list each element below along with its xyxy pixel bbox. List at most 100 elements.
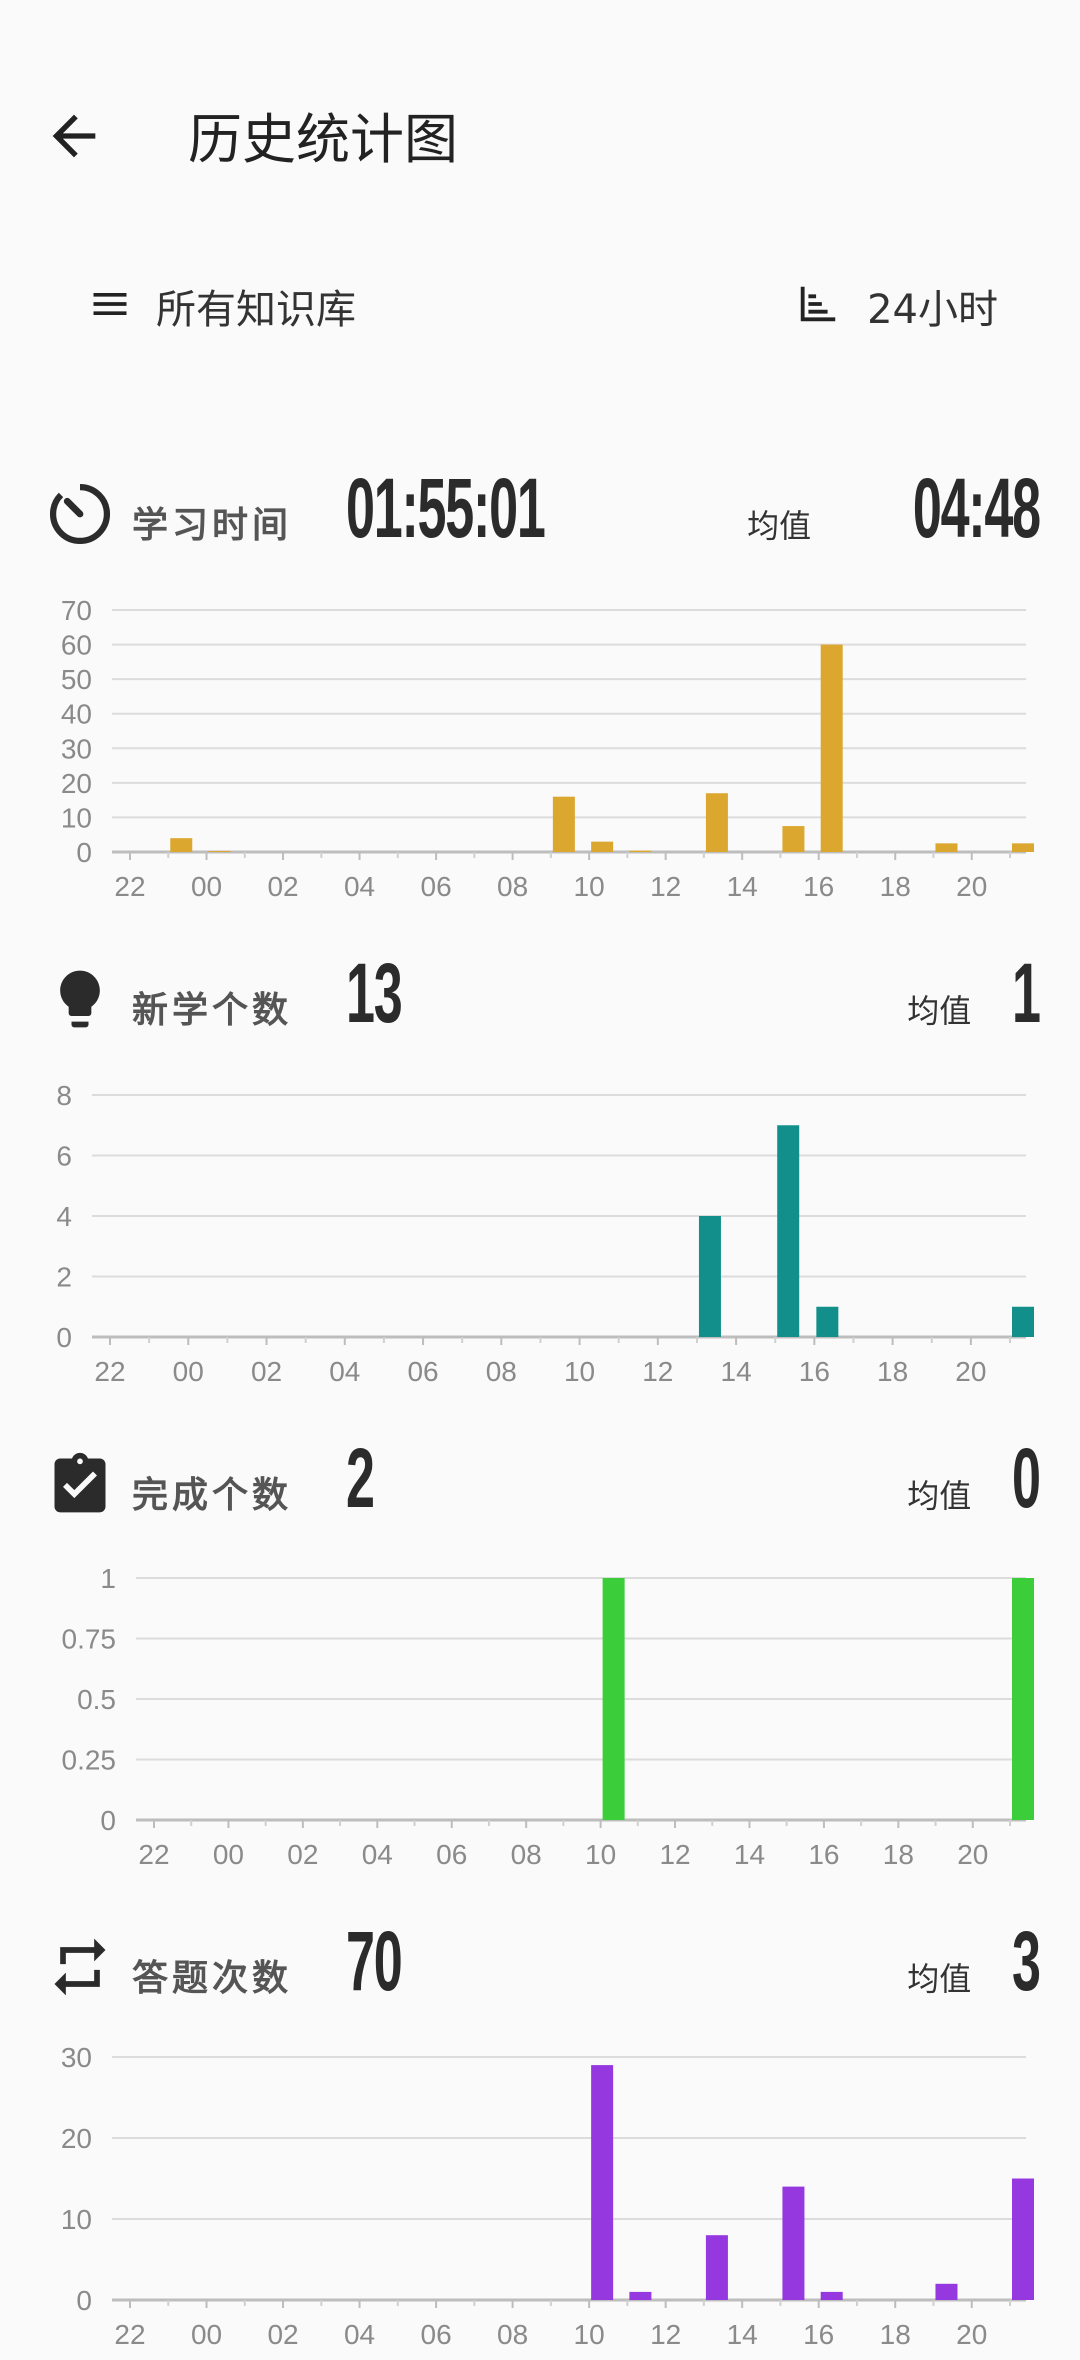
bar-10 bbox=[591, 841, 614, 852]
completed-chart: 0 0.25 0.5 0.75 1 22 00 02 04 06 08 10 12 14 16 18 20 bbox=[62, 1563, 1034, 1868]
average-label: 均值 bbox=[907, 992, 972, 1030]
new-learned-average: 均值 1 bbox=[907, 945, 1041, 1042]
bar-10 bbox=[591, 2065, 614, 2300]
y-tick-label: 20 bbox=[61, 2123, 92, 2154]
new-learned-value: 13 bbox=[346, 946, 403, 1040]
y-tick-label: 0 bbox=[76, 837, 92, 868]
x-tick-label: 08 bbox=[497, 871, 528, 900]
x-tick-label: 20 bbox=[957, 1839, 988, 1868]
answers-value: 70 bbox=[346, 1914, 403, 2008]
x-tick-label: 12 bbox=[650, 871, 681, 900]
x-tick-label: 14 bbox=[721, 1356, 752, 1385]
y-tick-label: 8 bbox=[56, 1080, 72, 1111]
y-tick-label: 0.5 bbox=[77, 1684, 116, 1715]
bar-21 bbox=[1012, 2178, 1034, 2300]
x-tick-label: 22 bbox=[138, 1839, 169, 1868]
lightbulb-icon bbox=[46, 965, 118, 1037]
x-tick-label: 06 bbox=[436, 1839, 467, 1868]
study-time-average: 均值 04:48 bbox=[747, 460, 1041, 557]
x-tick-label: 20 bbox=[956, 871, 987, 900]
average-label: 均值 bbox=[907, 1960, 972, 1998]
bar-13 bbox=[705, 793, 728, 852]
answers-chart: 0 10 20 30 22 00 02 04 06 08 10 12 14 16 18 20 bbox=[61, 2042, 1034, 2350]
x-tick-label: 16 bbox=[808, 1839, 839, 1868]
y-tick-label: 70 bbox=[61, 595, 92, 626]
new-learned-section: 新学个数 13 均值 1 bbox=[0, 946, 1080, 1065]
average-value: 3 bbox=[1012, 1914, 1041, 2008]
page-title: 历史统计图 bbox=[188, 108, 458, 171]
y-tick-label: 40 bbox=[61, 699, 92, 730]
completed-label: 完成个数 bbox=[132, 1475, 293, 1516]
completed-average: 均值 0 bbox=[907, 1430, 1041, 1527]
x-tick-label: 00 bbox=[173, 1356, 204, 1385]
bar-21 bbox=[1012, 843, 1034, 852]
knowledge-base-filter[interactable]: 所有知识库 bbox=[88, 276, 356, 336]
completed-value: 2 bbox=[346, 1431, 375, 1525]
bar-00 bbox=[208, 850, 231, 852]
study-time-label: 学习时间 bbox=[132, 505, 293, 546]
x-tick-label: 22 bbox=[114, 2319, 145, 2350]
x-tick-label: 04 bbox=[344, 2319, 375, 2350]
x-tick-label: 02 bbox=[267, 871, 298, 900]
y-tick-label: 20 bbox=[61, 768, 92, 799]
average-value: 0 bbox=[1012, 1431, 1041, 1525]
study-time-chart: 01020304050607022 00 02 04 06 08 10 12 14 16 18 20 bbox=[61, 595, 1034, 900]
bar-19 bbox=[935, 843, 958, 852]
x-tick-label: 22 bbox=[94, 1356, 125, 1385]
timer-icon bbox=[46, 480, 118, 552]
repeat-icon bbox=[46, 1933, 118, 2005]
clipboard-check-icon bbox=[46, 1450, 118, 1522]
x-tick-label: 10 bbox=[574, 871, 605, 900]
x-tick-label: 10 bbox=[585, 1839, 616, 1868]
y-tick-label: 0 bbox=[76, 2285, 92, 2316]
x-tick-label: 14 bbox=[727, 2319, 758, 2350]
x-tick-label: 08 bbox=[486, 1356, 517, 1385]
bar-chart-icon bbox=[795, 281, 841, 331]
back-arrow-icon[interactable] bbox=[42, 104, 106, 168]
y-tick-label: 4 bbox=[56, 1201, 72, 1232]
x-tick-label: 02 bbox=[287, 1839, 318, 1868]
x-tick-label: 04 bbox=[362, 1839, 393, 1868]
x-tick-label: 06 bbox=[407, 1356, 438, 1385]
completed-section: 完成个数 2 均值 0 bbox=[0, 1431, 1080, 1550]
x-tick-label: 22 bbox=[114, 871, 145, 900]
x-tick-label: 14 bbox=[734, 1839, 765, 1868]
x-tick-label: 12 bbox=[659, 1839, 690, 1868]
bar-13 bbox=[698, 1216, 721, 1337]
answers-label: 答题次数 bbox=[132, 1958, 293, 1999]
bar-15 bbox=[782, 826, 805, 852]
x-tick-label: 18 bbox=[880, 871, 911, 900]
bar-10 bbox=[602, 1578, 625, 1820]
y-tick-label: 0.25 bbox=[62, 1745, 117, 1776]
x-tick-label: 02 bbox=[267, 2319, 298, 2350]
x-tick-label: 20 bbox=[956, 2319, 987, 2350]
average-label: 均值 bbox=[747, 507, 812, 545]
time-range-selector[interactable]: 24小时 bbox=[795, 276, 998, 336]
y-tick-label: 10 bbox=[61, 802, 92, 833]
y-tick-label: 2 bbox=[56, 1262, 72, 1293]
bar-15 bbox=[782, 2186, 805, 2300]
x-tick-label: 18 bbox=[883, 1839, 914, 1868]
bar-11 bbox=[629, 850, 652, 852]
x-tick-label: 18 bbox=[877, 1356, 908, 1385]
bar-13 bbox=[705, 2235, 728, 2300]
x-tick-label: 00 bbox=[191, 2319, 222, 2350]
x-tick-label: 04 bbox=[344, 871, 375, 900]
study-time-section: 学习时间 01:55:01 均值 04:48 bbox=[0, 461, 1080, 580]
x-tick-label: 20 bbox=[955, 1356, 986, 1385]
bar-19 bbox=[935, 2283, 958, 2300]
x-tick-label: 08 bbox=[511, 1839, 542, 1868]
x-tick-label: 00 bbox=[213, 1839, 244, 1868]
x-tick-label: 12 bbox=[642, 1356, 673, 1385]
range-label: 24小时 bbox=[867, 287, 998, 333]
bar-23 bbox=[170, 838, 193, 852]
x-tick-label: 18 bbox=[880, 2319, 911, 2350]
x-tick-label: 10 bbox=[574, 2319, 605, 2350]
x-tick-label: 16 bbox=[803, 871, 834, 900]
study-time-value: 01:55:01 bbox=[346, 461, 546, 555]
new-learned-chart: 0246822 00 02 04 06 08 10 12 14 16 18 20 bbox=[56, 1080, 1034, 1385]
y-tick-label: 0 bbox=[56, 1322, 72, 1353]
y-tick-label: 30 bbox=[61, 733, 92, 764]
answers-average: 均值 3 bbox=[907, 1913, 1041, 2010]
x-tick-label: 16 bbox=[803, 2319, 834, 2350]
